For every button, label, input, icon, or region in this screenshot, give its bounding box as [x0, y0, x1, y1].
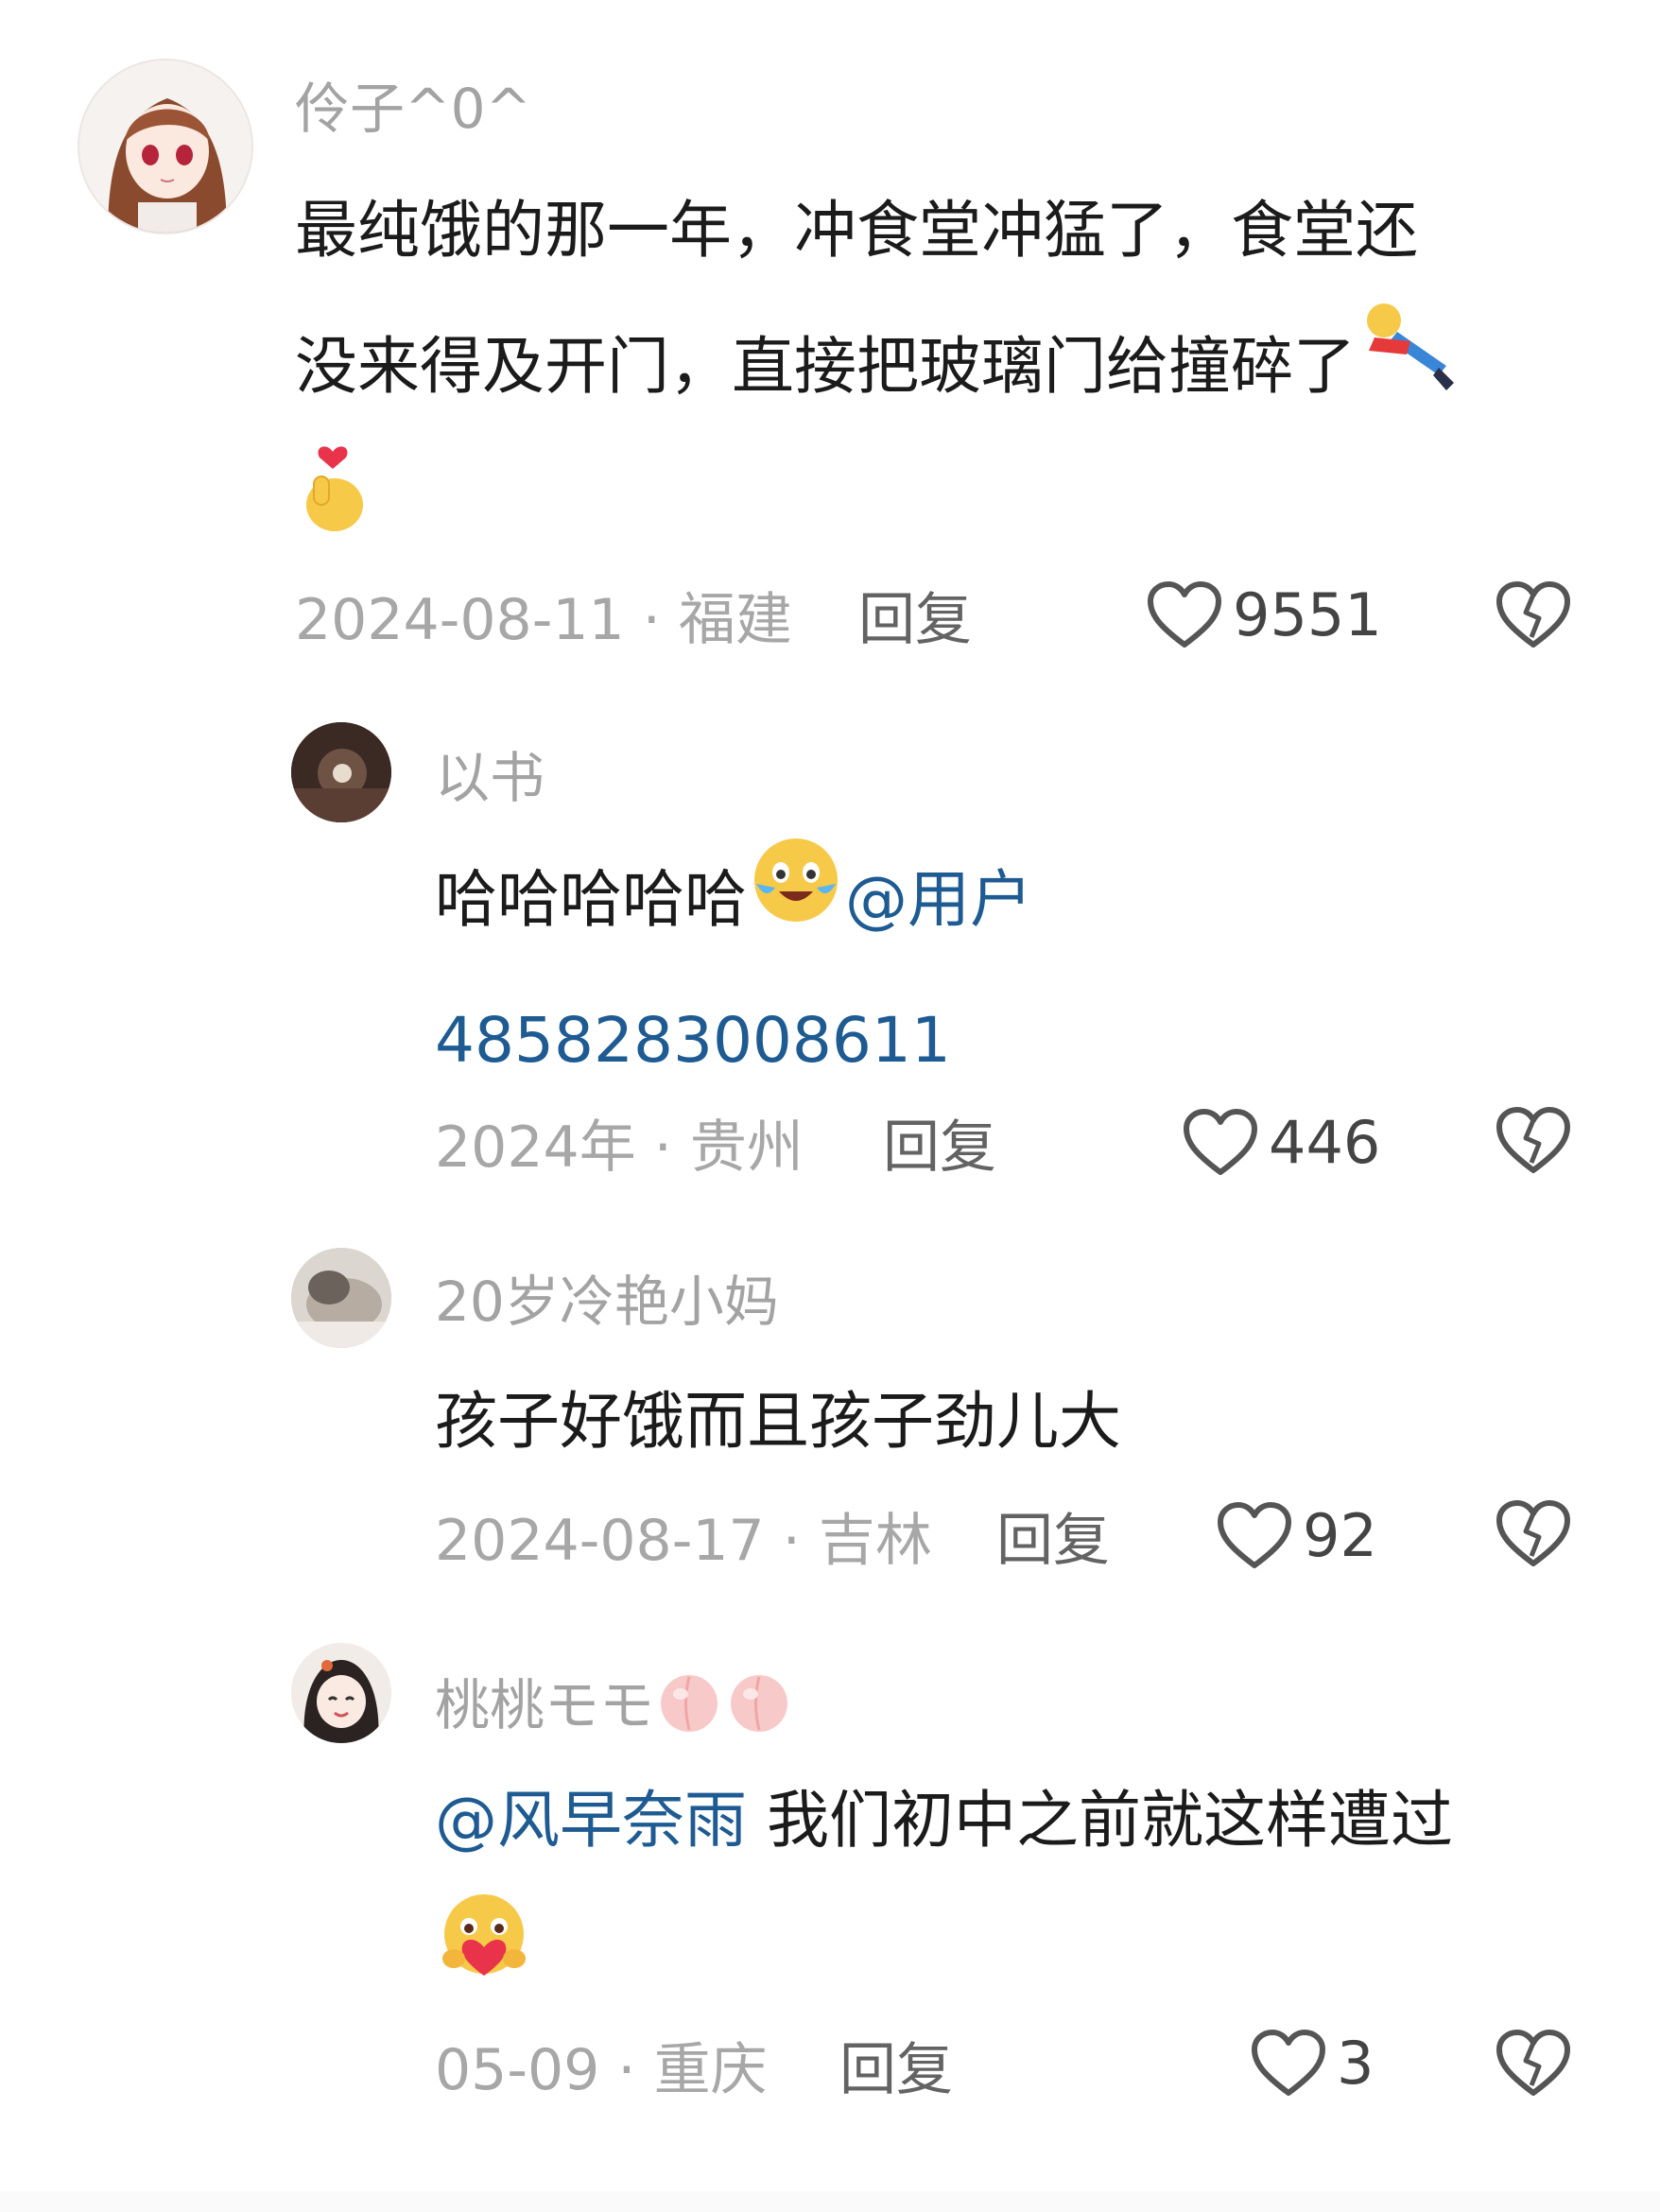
comment-line: 孩子好饿而且孩子劲儿大: [435, 1385, 1121, 1458]
like-count: 446: [1269, 1108, 1381, 1177]
broken-heart-icon[interactable]: [1494, 2027, 1573, 2099]
fallen-person-emoji: [1356, 300, 1460, 441]
heart-outline-icon: [1218, 1502, 1291, 1568]
like-count: 3: [1337, 2029, 1375, 2098]
reply-button[interactable]: 回复: [883, 1119, 996, 1176]
bottom-edge: [0, 2191, 1660, 2212]
like-button[interactable]: 446: [1182, 1108, 1380, 1178]
date-location: 2024-08-17 · 吉林: [435, 1508, 932, 1574]
username[interactable]: 伶子^0^: [295, 81, 531, 136]
comment-line: 哈哈哈哈哈: [435, 863, 747, 936]
comment-text: @风早奈雨 我们初中之前就这样遭过: [435, 1753, 1453, 2031]
like-button[interactable]: 92: [1216, 1501, 1377, 1571]
date-location: 2024-08-11 · 福建: [295, 587, 792, 653]
avatar[interactable]: [291, 1643, 391, 1743]
broken-heart-icon[interactable]: [1494, 579, 1573, 650]
heart-hug-emoji: [435, 1891, 533, 2031]
reply-button[interactable]: 回复: [858, 592, 972, 648]
user-mention[interactable]: @风早奈雨: [435, 1784, 747, 1857]
like-count: 9551: [1233, 580, 1382, 649]
laugh-cry-emoji: [747, 835, 845, 973]
avatar[interactable]: [291, 1248, 391, 1348]
date-location: 2024年 · 贵州: [435, 1115, 804, 1181]
heart-outline-icon: [1148, 581, 1221, 648]
reply-button[interactable]: 回复: [996, 1512, 1110, 1569]
user-mention[interactable]: @用户: [845, 863, 1032, 936]
peach-emoji: [654, 1668, 724, 1742]
broken-heart-icon[interactable]: [1494, 1104, 1573, 1176]
like-button[interactable]: 9551: [1146, 580, 1382, 650]
comment-line: 我们初中之前就这样遭过: [747, 1784, 1453, 1857]
peach-emoji: [724, 1668, 794, 1742]
finger-heart-emoji: [295, 442, 371, 584]
broken-heart-icon[interactable]: [1494, 1497, 1573, 1569]
date-location: 05-09 · 重庆: [435, 2037, 768, 2103]
like-button[interactable]: 3: [1250, 2029, 1374, 2099]
username-row[interactable]: 桃桃モモ: [435, 1668, 794, 1742]
comment-text: 最纯饿的那一年，冲食堂冲猛了，食堂还 没来得及开门，直接把玻璃门给撞碎了: [295, 163, 1460, 584]
comment-text: 孩子好饿而且孩子劲儿大: [435, 1354, 1121, 1490]
comment-line: 最纯饿的那一年，冲食堂冲猛了，食堂还: [295, 194, 1418, 267]
username[interactable]: 桃桃モモ: [435, 1678, 654, 1733]
heart-outline-icon: [1184, 1109, 1257, 1175]
username[interactable]: 以书: [435, 751, 545, 805]
comment-text: 哈哈哈哈哈 @用户 4858283008611: [435, 832, 1032, 1109]
avatar[interactable]: [291, 722, 391, 822]
avatar[interactable]: [78, 59, 253, 234]
user-mention-continued[interactable]: 4858283008611: [435, 973, 1032, 1109]
username[interactable]: 20岁冷艳小妈: [435, 1274, 779, 1329]
heart-outline-icon: [1252, 2030, 1325, 2096]
reply-button[interactable]: 回复: [839, 2042, 953, 2099]
comment-line: 没来得及开门，直接把玻璃门给撞碎了: [295, 330, 1356, 403]
like-count: 92: [1303, 1501, 1377, 1570]
